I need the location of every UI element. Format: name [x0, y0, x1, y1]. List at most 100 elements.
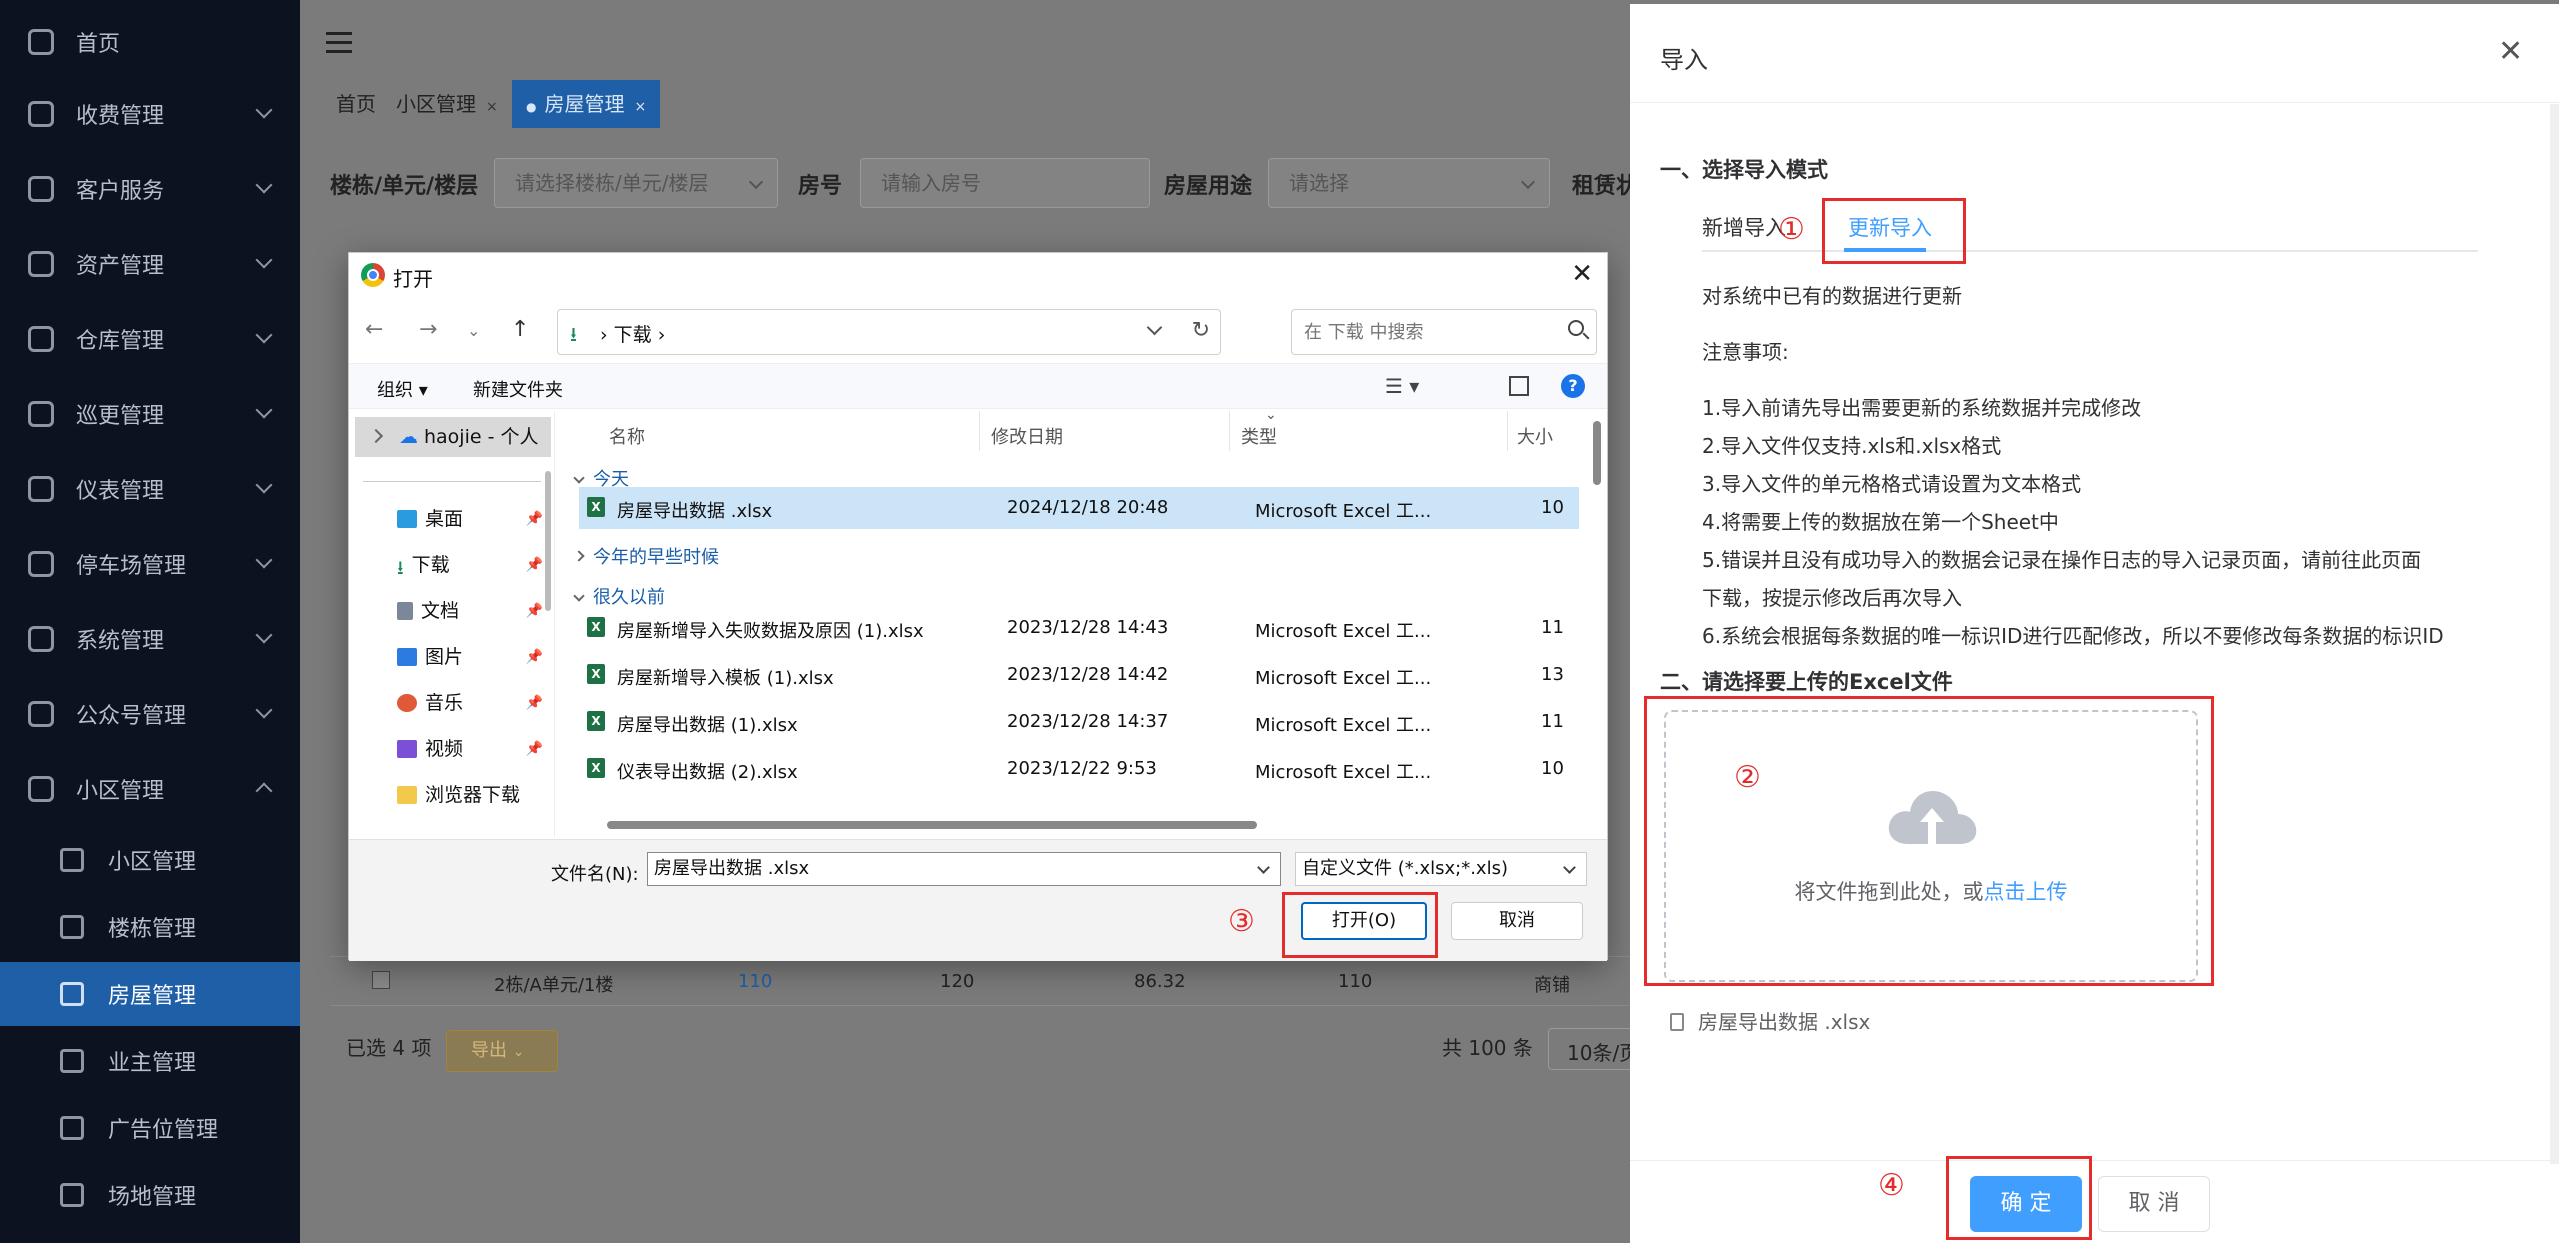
search-input[interactable] [1292, 310, 1552, 354]
sidebar-item-parking[interactable]: 停车场管理 [0, 532, 300, 596]
export-button[interactable]: 导出 ⌄ [446, 1030, 558, 1072]
pin-icon: 📌 [525, 741, 543, 757]
sidebar-item-billing[interactable]: 收费管理 [0, 82, 300, 146]
file-row[interactable]: X 房屋新增导入失败数据及原因 (1).xlsx 2023/12/28 14:4… [579, 607, 1579, 649]
up-arrow-icon[interactable]: ↑ [511, 317, 529, 342]
horizontal-scrollbar[interactable] [607, 821, 1257, 829]
sidebar-item-warehouse[interactable]: 仓库管理 [0, 307, 300, 371]
search-box[interactable] [1291, 309, 1597, 355]
total-count: 共 100 条 [1442, 1036, 1533, 1060]
wallet-icon [28, 101, 54, 127]
dialog-titlebar: 打开 ✕ [349, 253, 1607, 297]
note-item: 2.导入文件仅支持.xls和.xlsx格式 [1702, 434, 2002, 458]
room-input[interactable]: 请输入房号 [860, 158, 1150, 208]
usage-select[interactable]: 请选择 [1268, 158, 1550, 208]
cloud-icon: ☁ [399, 426, 418, 448]
quick-access-videos[interactable]: 视频 📌 [397, 729, 554, 769]
quick-label: 视频 [425, 738, 464, 760]
chevron-down-icon [1520, 174, 1536, 190]
cancel-button[interactable]: 取 消 [2098, 1176, 2210, 1232]
forward-arrow-icon[interactable]: → [419, 317, 437, 342]
column-header-type[interactable]: 类型 [1241, 423, 1277, 449]
quick-access-documents[interactable]: 文档 📌 [397, 591, 554, 631]
sidebar-sub-community[interactable]: 小区管理 [0, 828, 300, 892]
sidebar-item-community[interactable]: 小区管理 [0, 757, 300, 821]
sidebar-item-meters[interactable]: 仪表管理 [0, 457, 300, 521]
onedrive-item[interactable]: ☁ haojie - 个人 [355, 417, 551, 457]
sidebar-sub-buildings[interactable]: 楼栋管理 [0, 895, 300, 959]
column-header-size[interactable]: 大小 [1517, 423, 1553, 449]
menu-toggle-icon[interactable] [326, 32, 352, 54]
address-bar[interactable]: ⭳ › 下载 › ↻ [557, 309, 1221, 355]
chevron-down-icon[interactable] [1257, 861, 1270, 874]
file-row[interactable]: X 房屋导出数据 .xlsx 2024/12/18 20:48 Microsof… [579, 487, 1579, 529]
file-name: 房屋新增导入失败数据及原因 (1).xlsx [617, 621, 924, 642]
chevron-down-icon [748, 174, 764, 190]
column-header-date[interactable]: 修改日期 [991, 423, 1063, 449]
breadcrumb-item[interactable]: 下载 [614, 324, 652, 346]
group-header-long-ago[interactable]: 很久以前 [573, 583, 665, 609]
sidebar-item-assets[interactable]: 资产管理 [0, 232, 300, 296]
file-row[interactable]: X 房屋导出数据 (1).xlsx 2023/12/28 14:37 Micro… [579, 701, 1579, 743]
file-row[interactable]: X 仪表导出数据 (2).xlsx 2023/12/22 9:53 Micros… [579, 748, 1579, 790]
table-row[interactable]: 2栋/A单元/1楼 110 120 86.32 110 商铺 [330, 956, 1630, 1006]
nav-scrollbar[interactable] [545, 471, 551, 611]
tab-community[interactable]: 小区管理 × [382, 80, 512, 128]
sidebar: 首页 收费管理 客户服务 资产管理 仓库管理 巡更管理 仪表管理 停车场管理 系… [0, 0, 300, 1243]
sidebar-item-system[interactable]: 系统管理 [0, 607, 300, 671]
column-header-name[interactable]: 名称 [609, 423, 645, 449]
file-type: Microsoft Excel 工... [1255, 621, 1432, 642]
help-icon[interactable]: ? [1561, 374, 1585, 398]
sidebar-sub-venues[interactable]: 场地管理 [0, 1163, 300, 1227]
page-size-select[interactable]: 10条/页 [1548, 1028, 1638, 1070]
uploaded-file-item[interactable]: 房屋导出数据 .xlsx [1670, 1006, 1870, 1035]
quick-access-downloads[interactable]: ⭳ 下载 📌 [397, 545, 554, 585]
drawer-title: 导入 [1660, 46, 1708, 74]
sidebar-sub-ads[interactable]: 广告位管理 [0, 1096, 300, 1160]
sidebar-sub-houses[interactable]: 房屋管理 [0, 962, 300, 1026]
drawer-scrollbar[interactable] [2550, 104, 2559, 1164]
annotation-number-4: ④ [1878, 1168, 1905, 1203]
sidebar-item-patrol[interactable]: 巡更管理 [0, 382, 300, 446]
sidebar-item-home[interactable]: 首页 [0, 10, 300, 74]
table-cell-link[interactable]: 110 [738, 971, 772, 992]
new-folder-button[interactable]: 新建文件夹 [473, 376, 563, 402]
row-checkbox[interactable] [372, 971, 390, 989]
search-icon[interactable] [1568, 320, 1584, 336]
refresh-icon[interactable]: ↻ [1192, 318, 1210, 343]
file-row[interactable]: X 房屋新增导入模板 (1).xlsx 2023/12/28 14:42 Mic… [579, 654, 1579, 696]
view-menu-icon[interactable]: ☰ ▾ [1385, 374, 1419, 398]
preview-pane-icon[interactable] [1509, 376, 1529, 396]
quick-access-browser-downloads[interactable]: 浏览器下载 [397, 775, 554, 815]
file-name: 仪表导出数据 (2).xlsx [617, 762, 798, 783]
tab-add-import[interactable]: 新增导入 [1702, 212, 1786, 242]
chevron-down-icon[interactable] [1146, 319, 1163, 336]
tab-home[interactable]: 首页 [322, 80, 390, 128]
building-select[interactable]: 请选择楼栋/单元/楼层 [494, 158, 778, 208]
filetype-select[interactable]: 自定义文件 (*.xlsx;*.xls) [1295, 852, 1587, 886]
recent-chevron-icon[interactable]: ⌄ [467, 321, 480, 340]
close-icon[interactable]: ✕ [1571, 259, 1593, 289]
close-icon[interactable]: × [634, 99, 646, 115]
tab-houses[interactable]: ● 房屋管理 × [512, 80, 661, 128]
vertical-scrollbar[interactable] [1593, 421, 1601, 485]
group-header-earlier[interactable]: 今年的早些时候 [573, 543, 719, 569]
filename-input[interactable]: 房屋导出数据 .xlsx [647, 852, 1281, 886]
sidebar-item-label: 小区管理 [76, 779, 165, 804]
quick-access-desktop[interactable]: 桌面 📌 [397, 499, 554, 539]
back-arrow-icon[interactable]: ← [365, 317, 383, 342]
quick-access-music[interactable]: 音乐 📌 [397, 683, 554, 723]
sidebar-sub-owners[interactable]: 业主管理 [0, 1029, 300, 1093]
quick-label: 音乐 [425, 692, 464, 714]
dialog-cancel-button[interactable]: 取消 [1451, 902, 1583, 940]
video-icon [397, 740, 417, 758]
quick-access-pictures[interactable]: 图片 📌 [397, 637, 554, 677]
close-icon[interactable]: × [486, 99, 498, 115]
close-icon[interactable]: ✕ [2498, 34, 2523, 69]
sidebar-item-wechat[interactable]: 公众号管理 [0, 682, 300, 746]
organize-button[interactable]: 组织 ▾ [377, 376, 428, 402]
sidebar-sub-label: 楼栋管理 [108, 917, 197, 942]
sidebar-item-label: 系统管理 [76, 629, 165, 654]
sidebar-item-customer-service[interactable]: 客户服务 [0, 157, 300, 221]
divider [1507, 411, 1508, 451]
